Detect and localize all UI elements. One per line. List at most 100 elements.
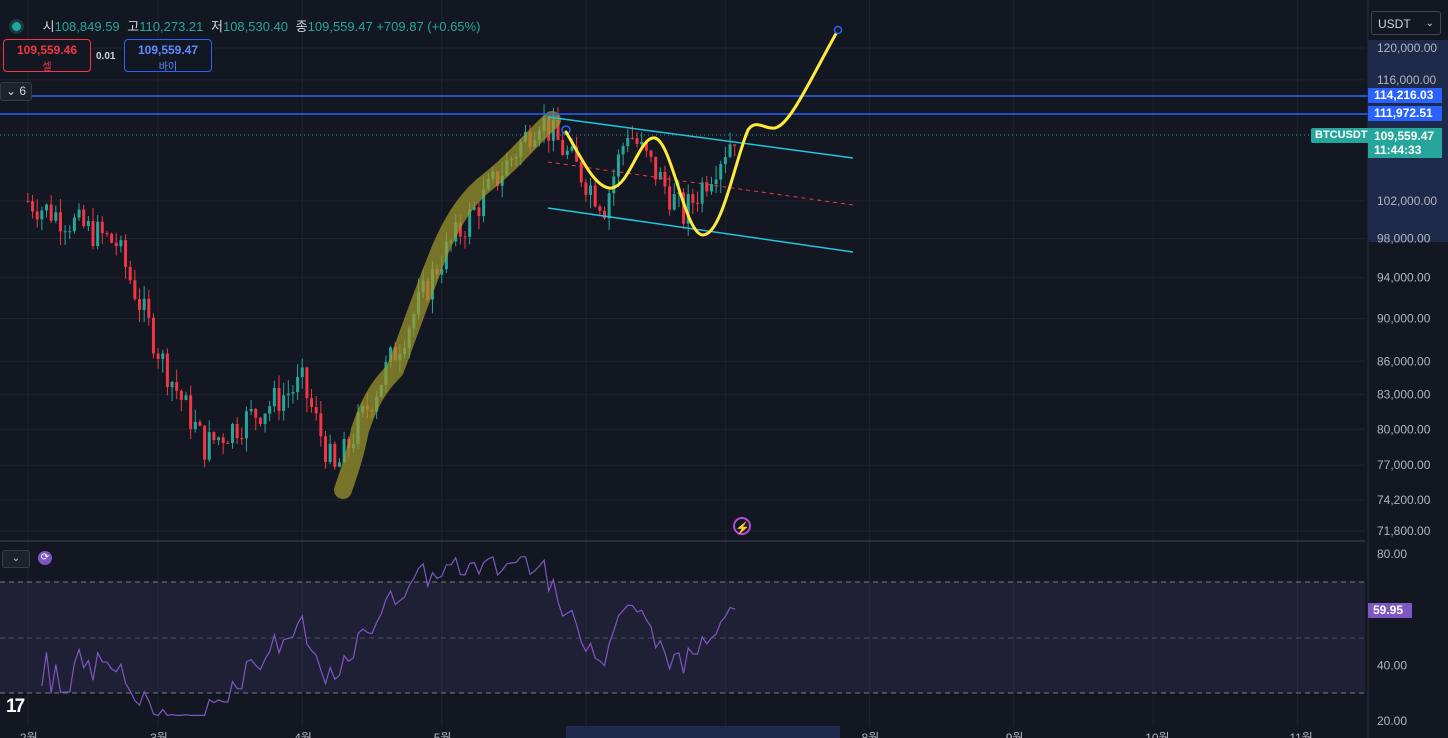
candle-body <box>272 388 276 407</box>
lightning-icon[interactable]: ⚡ <box>733 517 751 535</box>
high-label: 고 <box>127 19 140 34</box>
time-tick-label: 3월 <box>150 731 168 738</box>
candle-body <box>589 185 593 195</box>
candle-body <box>244 411 248 439</box>
candle-body <box>607 193 611 219</box>
candle-body <box>565 150 569 155</box>
candle-body <box>128 267 132 281</box>
candle-body <box>561 140 565 155</box>
candle-body <box>31 201 35 212</box>
candle-body <box>300 367 304 377</box>
time-tick-label: 4월 <box>294 731 312 738</box>
symbol-badge: BTCUSDT <box>1311 128 1372 143</box>
candle-body <box>119 240 123 247</box>
currency-select[interactable]: USDT ⌄ <box>1371 11 1441 35</box>
low-value: 108,530.40 <box>222 19 289 34</box>
price-tick-label: 86,000.00 <box>1377 354 1431 368</box>
sell-label: 셀 <box>42 62 52 73</box>
candle-body <box>477 207 481 217</box>
candle-body <box>189 395 193 430</box>
buy-label: 바이 <box>158 62 178 73</box>
candle-body <box>221 437 225 443</box>
candle-body <box>110 233 114 243</box>
candle-body <box>621 146 625 155</box>
candle-body <box>286 393 290 396</box>
candle-body <box>175 382 179 391</box>
candle-body <box>142 298 146 310</box>
candle-body <box>82 209 86 227</box>
candle-body <box>570 146 574 151</box>
candle-body <box>663 172 667 187</box>
candle-body <box>616 154 620 177</box>
rsi-value-tag: 59.95 <box>1368 603 1412 618</box>
tradingview-logo-icon[interactable]: 17 <box>6 696 25 718</box>
candle-body <box>714 179 718 185</box>
candle-body <box>212 432 216 441</box>
candle-body <box>91 220 95 247</box>
candle-body <box>240 438 244 440</box>
price-tick-label: 77,000.00 <box>1377 458 1431 472</box>
candle-body <box>68 231 72 233</box>
candles <box>26 104 737 470</box>
candle-body <box>603 210 606 219</box>
price-tick-label: 71,800.00 <box>1377 524 1431 538</box>
candle-body <box>63 231 67 233</box>
candle-body <box>54 212 58 221</box>
candle-body <box>463 236 467 238</box>
candle-body <box>40 210 44 220</box>
candle-body <box>147 298 151 318</box>
open-label: 시 <box>42 19 55 34</box>
market-status-icon <box>12 22 21 32</box>
candle-body <box>598 206 602 211</box>
candle-body <box>151 317 155 354</box>
candle-body <box>296 376 300 393</box>
indicator-count: 6 <box>19 84 27 98</box>
candle-body <box>258 417 262 425</box>
refresh-icon[interactable]: ⟳ <box>38 551 52 565</box>
candle-body <box>324 436 327 462</box>
price-tick-label: 98,000.00 <box>1377 231 1431 245</box>
candle-body <box>100 221 104 234</box>
time-tick-label: 2월 <box>20 731 38 738</box>
candle-body <box>626 137 630 147</box>
candle-body <box>207 432 211 460</box>
candle-body <box>179 390 183 400</box>
candle-body <box>165 353 169 388</box>
candle-body <box>170 382 174 388</box>
candle-body <box>58 212 62 232</box>
time-range-highlight <box>566 726 840 738</box>
candle-body <box>593 185 597 207</box>
price-tick-label: 80,000.00 <box>1377 422 1431 436</box>
price-tick-label: 116,000.00 <box>1377 73 1436 87</box>
indicators-collapse-button[interactable]: ⌄ 6 <box>0 82 32 101</box>
spread-value: 0.01 <box>96 51 116 62</box>
candle-body <box>156 353 160 359</box>
rsi-tick-label: 40.00 <box>1377 658 1407 672</box>
candle-body <box>700 182 704 204</box>
chart-canvas[interactable]: 120,000.00 116,000.00 102,000.00 98,000.00 9… <box>0 0 1448 738</box>
close-value: 109,559.47 <box>307 19 373 34</box>
candle-body <box>254 409 258 418</box>
candle-body <box>579 161 583 183</box>
candle-body <box>226 442 230 444</box>
candle-body <box>668 186 672 210</box>
candle-body <box>249 409 253 412</box>
candle-body <box>305 367 309 399</box>
time-tick-label: 10월 <box>1145 731 1169 738</box>
rsi-tick-label: 20.00 <box>1377 714 1407 728</box>
price-tick-label: 94,000.00 <box>1377 271 1431 285</box>
candle-body <box>114 242 118 247</box>
buy-button[interactable]: 109,559.47 바이 <box>124 39 212 73</box>
candle-body <box>649 150 653 157</box>
price-tag-line-upper: 114,216.03 <box>1368 88 1442 103</box>
chevron-down-icon: ⌄ <box>1425 18 1434 29</box>
rsi-collapse-button[interactable]: ⌄ <box>2 550 30 568</box>
candle-body <box>282 395 286 411</box>
candle-body <box>86 220 90 227</box>
candle-body <box>77 209 81 218</box>
candle-body <box>133 280 137 300</box>
candle-body <box>217 437 221 441</box>
candle-body <box>319 413 323 437</box>
candle-body <box>105 233 109 235</box>
sell-button[interactable]: 109,559.46 셀 <box>3 39 91 73</box>
